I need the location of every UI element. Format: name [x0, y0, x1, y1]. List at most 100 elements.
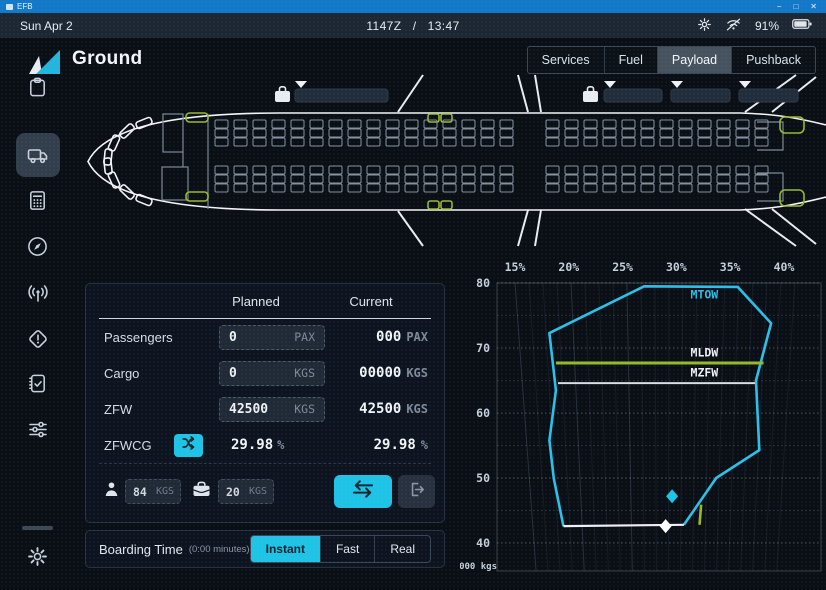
zfw-planned-unit: KGS: [294, 402, 324, 416]
clock-separator: /: [413, 19, 417, 33]
maximize-button[interactable]: □: [793, 0, 798, 13]
tab-fuel[interactable]: Fuel: [604, 47, 657, 73]
sidebar-item-truck[interactable]: [0, 133, 75, 177]
logout-icon: [407, 480, 426, 504]
svg-text:30%: 30%: [666, 260, 687, 274]
passengers-label: Passengers: [104, 330, 174, 345]
pax-weight-value: 84: [126, 485, 147, 499]
tab-payload[interactable]: Payload: [657, 47, 731, 73]
bag-weight-unit: KGS: [249, 486, 273, 497]
tab-bar: ServicesFuelPayloadPushback: [527, 46, 816, 74]
zfw-marker: [660, 519, 672, 533]
svg-text:70: 70: [476, 341, 490, 355]
sidebar-item-compass[interactable]: [0, 235, 75, 258]
app-title: EFB: [17, 2, 33, 11]
bag-weight-input[interactable]: 20 KGS: [218, 479, 274, 504]
seat-map: [215, 120, 768, 192]
zfw-label: ZFW: [104, 402, 174, 417]
svg-text:35%: 35%: [720, 260, 741, 274]
bag-weight-value: 20: [219, 485, 240, 499]
weight-axis-labels: 8070605040: [476, 276, 490, 550]
minimize-button[interactable]: −: [777, 0, 782, 13]
sidebar-item-antenna[interactable]: [0, 281, 75, 305]
sidebar-item-settings[interactable]: [0, 545, 75, 568]
load-progress-bar: [671, 89, 730, 102]
passengers-planned-input[interactable]: 0 PAX: [219, 325, 325, 350]
mtow-label: MTOW: [691, 288, 719, 302]
mzfw-label: MZFW: [691, 366, 719, 380]
payload-panel: Planned Current Passengers 0 PAX 000PAX …: [85, 283, 445, 523]
boarding-option-real[interactable]: Real: [374, 536, 430, 562]
load-progress-bar: [295, 89, 388, 102]
svg-text:15%: 15%: [505, 260, 526, 274]
passenger-weight-icon: [104, 481, 119, 502]
door-pointer-icon: [295, 81, 307, 88]
zfw-current-value: 42500KGS: [325, 401, 428, 417]
zfw-planned-input[interactable]: 42500 KGS: [219, 397, 325, 422]
mldw-label: MLDW: [691, 345, 719, 359]
row-zfwcg: ZFWCG 29.98% 29.98%: [86, 427, 444, 463]
boarding-time-sublabel: (0:00 minutes): [189, 544, 250, 555]
door-pointer-icon: [671, 81, 683, 88]
warning-icon: [26, 327, 50, 351]
sidebar-item-warning[interactable]: [0, 327, 75, 351]
fenix-logo: [27, 46, 61, 80]
status-bar: Sun Apr 2 1147Z / 13:47 91%: [0, 13, 826, 38]
sidebar-item-checklist[interactable]: [0, 372, 75, 395]
zfw-planned-value: 42500: [220, 402, 268, 417]
randomize-cg-button[interactable]: [174, 434, 203, 457]
transfer-payload-button[interactable]: [334, 475, 392, 508]
passengers-planned-unit: PAX: [294, 330, 324, 344]
boarding-option-fast[interactable]: Fast: [320, 536, 374, 562]
cargo-planned-unit: KGS: [294, 366, 324, 380]
load-progress-bar: [739, 89, 798, 102]
cg-axis-labels: 15%20%25%30%35%40%: [505, 260, 795, 274]
svg-text:60: 60: [476, 406, 490, 420]
passengers-planned-value: 0: [220, 330, 237, 345]
zfwcg-current-value: 29.98%: [284, 437, 428, 453]
column-header-current: Current: [311, 294, 431, 309]
boarding-time-label: Boarding Time: [99, 542, 183, 557]
svg-text:25%: 25%: [612, 260, 633, 274]
bag-weight-icon: [192, 481, 211, 502]
utc-time: 1147Z: [366, 19, 401, 33]
zfwcg-planned-value: 29.98%: [231, 437, 284, 453]
app-icon: [6, 4, 13, 10]
briefcase-icon: [583, 87, 598, 102]
close-button[interactable]: ✕: [810, 0, 817, 13]
svg-text:50: 50: [476, 471, 490, 485]
compass-icon: [26, 235, 49, 258]
tab-services[interactable]: Services: [528, 47, 604, 73]
cargo-current-value: 00000KGS: [325, 365, 428, 381]
efb-app-window: EFB −□✕ Sun Apr 2 1147Z / 13:47 91% Grou…: [0, 0, 826, 590]
pax-weight-input[interactable]: 84 KGS: [125, 479, 181, 504]
cargo-planned-input[interactable]: 0 KGS: [219, 361, 325, 386]
green-limit-segment: [700, 505, 702, 525]
boarding-option-instant[interactable]: Instant: [251, 536, 320, 562]
antenna-icon: [26, 281, 50, 305]
row-passengers: Passengers 0 PAX 000PAX: [86, 319, 444, 355]
tab-pushback[interactable]: Pushback: [731, 47, 815, 73]
sidebar-item-sliders[interactable]: [0, 417, 75, 441]
door-pointer-icon: [739, 81, 751, 88]
checklist-icon: [26, 372, 49, 395]
load-progress-bar: [604, 89, 662, 102]
payload-table-header: Planned Current: [99, 284, 431, 319]
passengers-current-value: 000PAX: [325, 329, 428, 345]
sidebar: [0, 38, 75, 590]
boarding-time-card: Boarding Time (0:00 minutes) InstantFast…: [85, 530, 445, 568]
pax-weight-unit: KGS: [156, 486, 180, 497]
aircraft-cabin-map: [80, 73, 826, 248]
transfer-arrows-icon: [348, 479, 378, 504]
svg-text:40%: 40%: [774, 260, 795, 274]
sidebar-item-calculator[interactable]: [0, 189, 75, 212]
fuselage-outline: [88, 113, 826, 210]
cargo-label: Cargo: [104, 366, 174, 381]
cg-fan-gridlines: [515, 283, 795, 571]
window-title-bar: EFB −□ ✕: [0, 0, 826, 13]
row-zfw: ZFW 42500 KGS 42500KGS: [86, 391, 444, 427]
sidebar-divider: [22, 526, 53, 530]
status-clock: 1147Z / 13:47: [0, 19, 826, 33]
exit-button[interactable]: [398, 475, 435, 508]
zfwcg-label: ZFWCG: [104, 438, 174, 453]
